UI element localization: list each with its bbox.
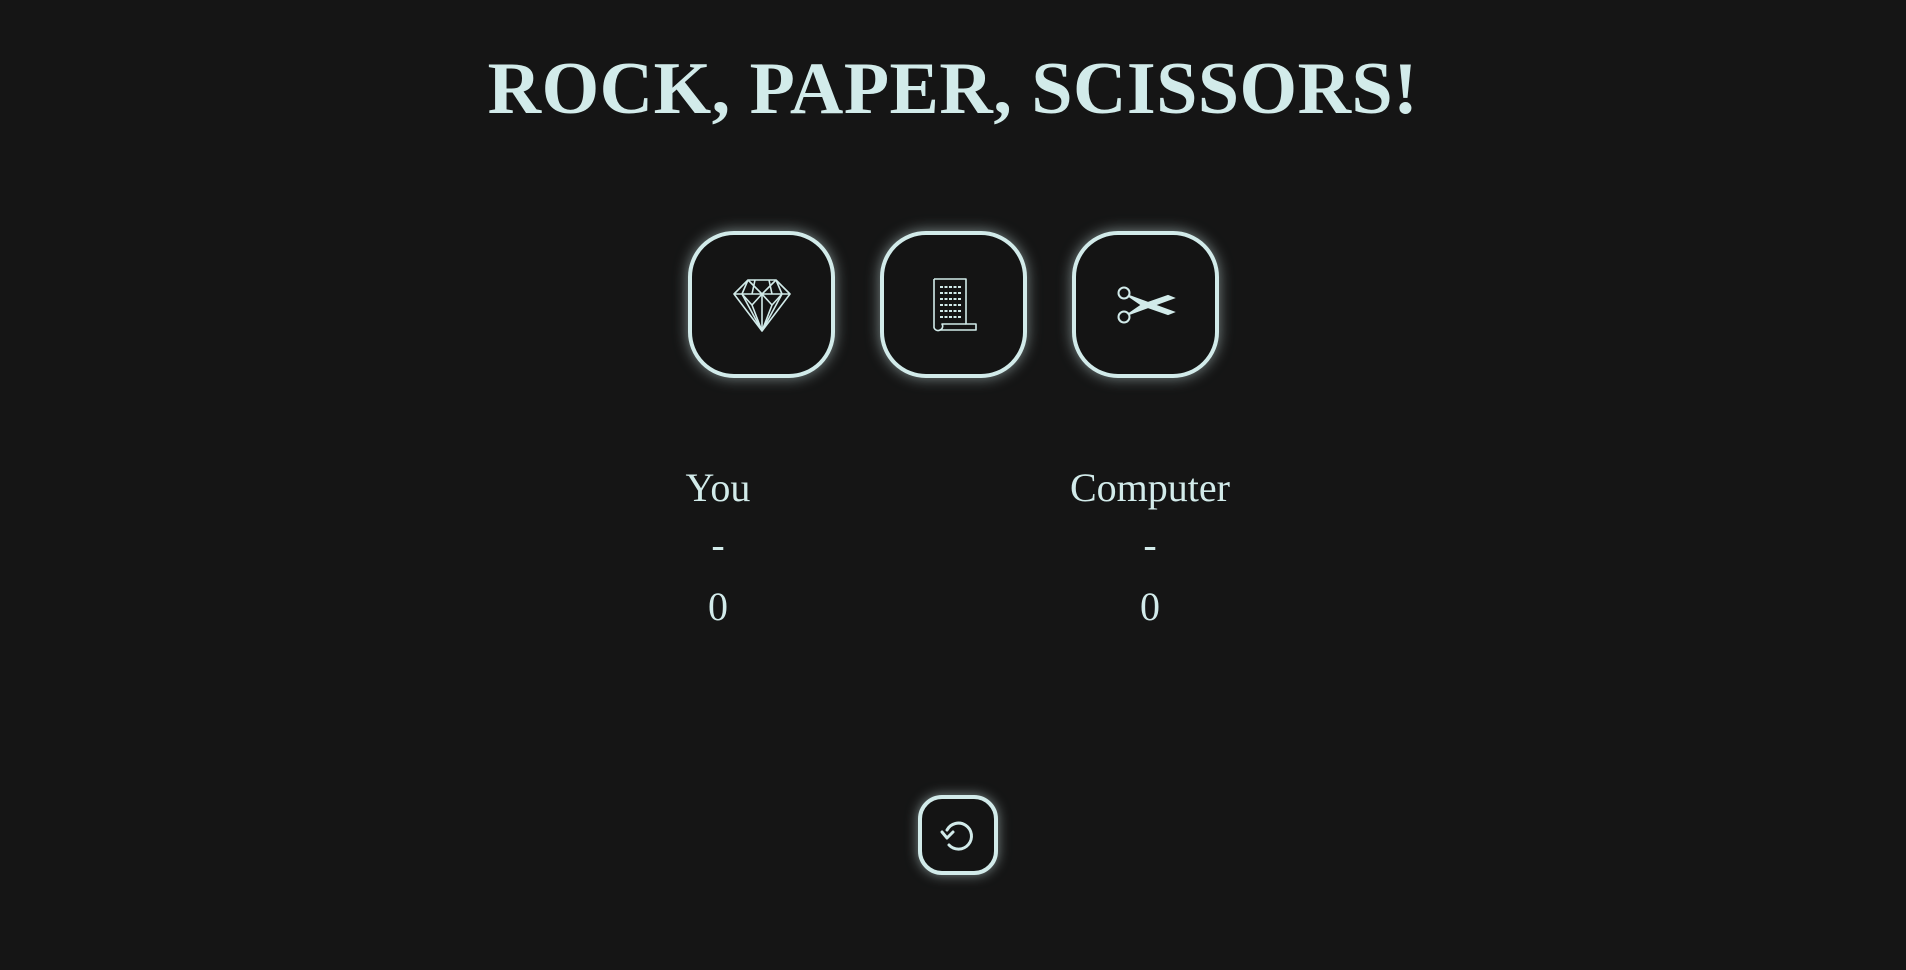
player-panel-you: You - 0	[568, 462, 868, 638]
scroll-icon	[932, 277, 977, 331]
choice-buttons	[688, 231, 1219, 378]
player-label: You	[685, 465, 751, 510]
game-page: ROCK, PAPER, SCISSORS! You - 0 Computer …	[0, 0, 1906, 970]
computer-label: Computer	[1070, 465, 1230, 510]
paper-button[interactable]	[880, 231, 1027, 378]
reset-button[interactable]	[918, 795, 998, 875]
refresh-icon	[940, 821, 973, 851]
computer-score: 0	[1140, 584, 1160, 629]
computer-choice: -	[1143, 522, 1157, 567]
rock-button[interactable]	[688, 231, 835, 378]
scissors-button[interactable]	[1072, 231, 1219, 378]
player-choice: -	[711, 522, 725, 567]
gem-icon	[732, 278, 791, 332]
player-score: 0	[708, 584, 728, 629]
player-panel-computer: Computer - 0	[1000, 462, 1300, 638]
scissors-icon	[1117, 286, 1176, 323]
page-title: ROCK, PAPER, SCISSORS!	[487, 48, 1419, 130]
